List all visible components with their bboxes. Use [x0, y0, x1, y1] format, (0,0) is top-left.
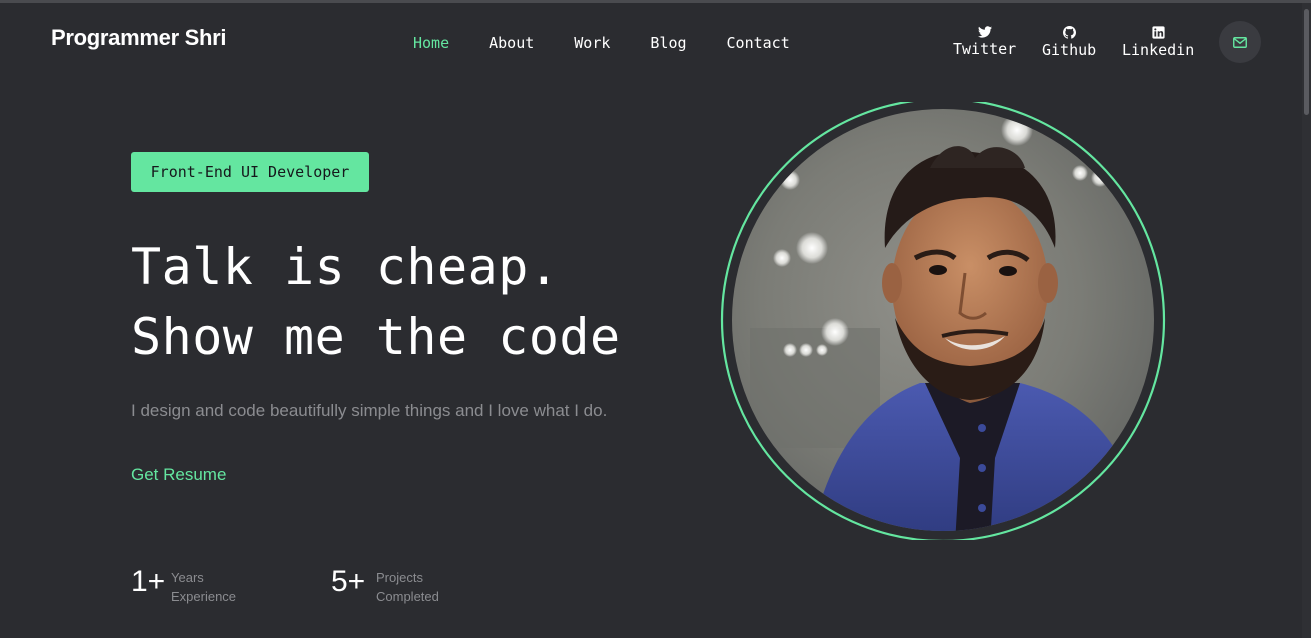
- stat-projects-value: 5+: [331, 565, 366, 598]
- nav-about[interactable]: About: [489, 34, 534, 52]
- mail-button[interactable]: [1219, 21, 1261, 63]
- headline-line-2: Show me the code: [131, 308, 621, 366]
- stat-years-label: Years Experience: [171, 568, 236, 606]
- twitter-icon: [977, 26, 992, 38]
- profile-portrait: [720, 98, 1166, 544]
- mail-icon: [1233, 36, 1247, 48]
- nav-home[interactable]: Home: [413, 34, 449, 52]
- site-logo[interactable]: Programmer Shri: [51, 25, 227, 51]
- nav-contact[interactable]: Contact: [727, 34, 790, 52]
- main-nav: Home About Work Blog Contact: [413, 34, 830, 52]
- github-icon: [1062, 26, 1076, 39]
- window-top-border: [0, 0, 1311, 3]
- stat-projects-label-line2: Completed: [376, 589, 439, 604]
- nav-work[interactable]: Work: [574, 34, 610, 52]
- stat-projects-label-line1: Projects: [376, 570, 423, 585]
- nav-blog[interactable]: Blog: [650, 34, 686, 52]
- page-scrollbar[interactable]: [1302, 3, 1311, 638]
- stat-years-label-line1: Years: [171, 570, 204, 585]
- stat-years-value: 1+: [131, 565, 166, 598]
- hero-tagline: I design and code beautifully simple thi…: [131, 401, 608, 420]
- headline-line-1: Talk is cheap.: [131, 238, 560, 296]
- social-label-github: Github: [1042, 41, 1097, 59]
- scrollbar-thumb[interactable]: [1304, 9, 1309, 115]
- social-label-twitter: Twitter: [953, 40, 1017, 58]
- portrait-illustration: [720, 102, 1166, 540]
- social-link-linkedin[interactable]: Linkedin: [1122, 26, 1194, 59]
- social-link-github[interactable]: Github: [1042, 26, 1096, 59]
- social-link-twitter[interactable]: Twitter: [953, 26, 1016, 58]
- stat-years-label-line2: Experience: [171, 589, 237, 604]
- linkedin-icon: [1152, 26, 1165, 39]
- social-label-linkedin: Linkedin: [1122, 41, 1195, 59]
- get-resume-link[interactable]: Get Resume: [131, 465, 226, 485]
- stat-projects-label: Projects Completed: [376, 568, 439, 606]
- role-badge: Front-End UI Developer: [131, 152, 369, 192]
